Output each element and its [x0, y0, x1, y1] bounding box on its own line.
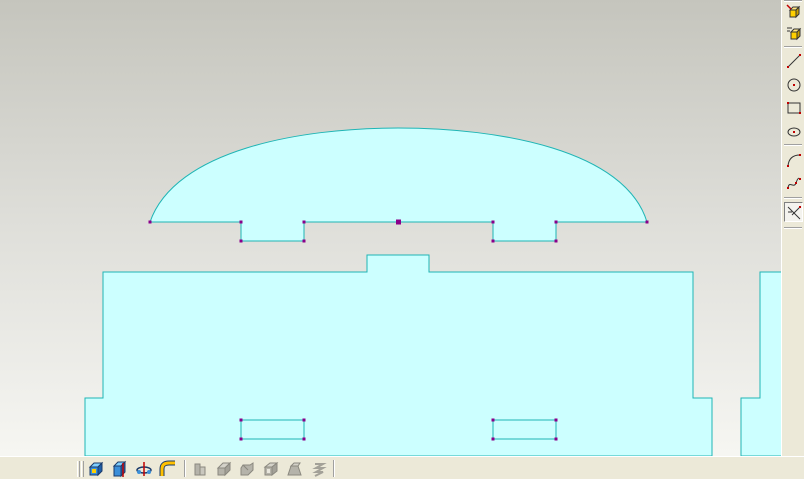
thread-button — [309, 459, 329, 479]
vertex[interactable] — [491, 239, 495, 243]
spline-tool-button[interactable] — [784, 173, 803, 193]
vertex[interactable] — [302, 220, 306, 224]
chamfer-icon — [240, 462, 254, 476]
vertex[interactable] — [554, 418, 558, 422]
rotate-body-icon — [136, 462, 152, 476]
fillet-button — [214, 459, 234, 479]
toolbar-separator — [784, 227, 802, 229]
new-body-icon — [785, 4, 800, 19]
vertex[interactable] — [302, 239, 306, 243]
vertex[interactable] — [645, 220, 649, 224]
shell-icon — [263, 461, 279, 477]
slot-right[interactable] — [492, 419, 557, 440]
rotate-body-button[interactable] — [134, 459, 154, 479]
vertex[interactable] — [239, 220, 243, 224]
center-vertex[interactable] — [396, 219, 401, 225]
vertex[interactable] — [302, 418, 306, 422]
slot-left[interactable] — [240, 419, 305, 440]
vertex[interactable] — [491, 220, 495, 224]
vertex[interactable] — [554, 437, 558, 441]
fillet-icon — [216, 461, 232, 477]
vertex[interactable] — [239, 418, 243, 422]
rectangle-icon — [786, 102, 801, 114]
spline-icon — [786, 177, 801, 189]
toolbar-separator — [784, 197, 802, 199]
revolve-button[interactable] — [110, 459, 130, 479]
sketch-canvas[interactable] — [0, 0, 781, 456]
vertex[interactable] — [239, 239, 243, 243]
sweep-button[interactable] — [158, 459, 178, 479]
trim-icon — [787, 206, 801, 220]
vertex[interactable] — [148, 220, 152, 224]
features-toolbar — [0, 456, 804, 479]
ellipse-icon — [787, 127, 800, 137]
toolbar-separator — [184, 460, 186, 477]
draft-icon — [287, 462, 302, 476]
circle-tool-button[interactable] — [784, 75, 803, 95]
extrude-button[interactable] — [86, 459, 106, 479]
body-mask-button[interactable] — [784, 23, 803, 43]
toolbar-grip[interactable] — [81, 461, 84, 477]
arc-icon — [786, 154, 801, 167]
vertex[interactable] — [239, 437, 243, 441]
vertex[interactable] — [554, 220, 558, 224]
shell-button — [261, 459, 281, 479]
sketch-tools-toolbar — [781, 0, 804, 456]
line-tool-button[interactable] — [784, 51, 803, 71]
vertex[interactable] — [491, 418, 495, 422]
boolean-button — [190, 459, 210, 479]
vertex[interactable] — [554, 239, 558, 243]
draft-button — [285, 459, 305, 479]
line-icon — [786, 54, 801, 68]
new-body-button[interactable] — [784, 2, 803, 22]
toolbar-grip[interactable] — [77, 461, 80, 477]
thread-icon — [312, 463, 327, 477]
body-mask-icon — [786, 27, 801, 41]
circle-icon — [787, 78, 800, 92]
sketch-viewport[interactable] — [0, 0, 781, 456]
sweep-icon — [159, 460, 175, 476]
boolean-icon — [194, 463, 206, 476]
vertex[interactable] — [302, 437, 306, 441]
toolbar-separator — [784, 144, 802, 146]
cad-application-window — [0, 0, 804, 479]
rectangle-tool-button[interactable] — [784, 98, 803, 118]
chamfer-button — [237, 459, 257, 479]
ellipse-tool-button[interactable] — [784, 121, 803, 141]
base-body-profile[interactable] — [84, 254, 713, 456]
toolbar-separator — [784, 46, 802, 48]
vertex[interactable] — [491, 437, 495, 441]
arc-tool-button[interactable] — [784, 150, 803, 170]
revolve-icon — [112, 460, 127, 478]
trim-tool-button[interactable] — [784, 202, 803, 222]
extrude-icon — [88, 461, 104, 477]
toolbar-separator — [333, 460, 335, 477]
